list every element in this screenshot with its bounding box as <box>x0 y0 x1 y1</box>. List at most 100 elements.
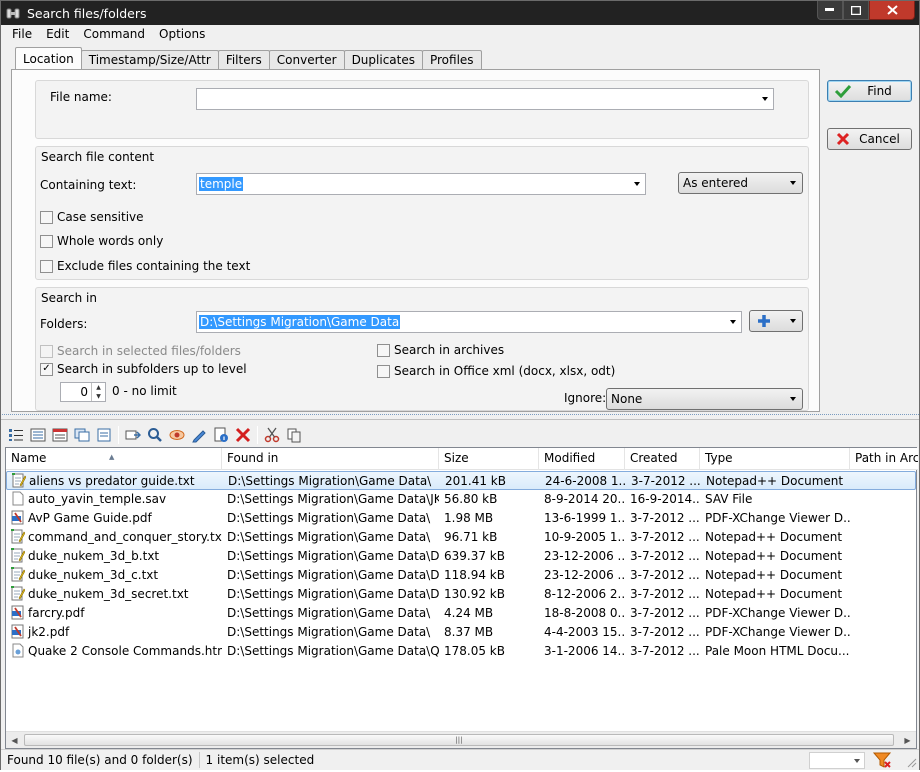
title-bar[interactable]: Search files/folders <box>1 1 919 25</box>
spin-down-icon[interactable]: ▼ <box>92 392 105 401</box>
list-view-icon[interactable] <box>5 425 27 445</box>
table-row[interactable]: duke_nukem_3d_secret.txt D:\Settings Migr… <box>6 585 916 604</box>
close-button[interactable] <box>869 1 915 20</box>
feed-panel-icon[interactable] <box>93 425 115 445</box>
checkbox-box[interactable] <box>377 364 390 378</box>
results-list[interactable]: Name ▲ Found in Size Modified Created Typ… <box>5 447 918 749</box>
file-name: duke_nukem_3d_b.txt <box>28 549 160 563</box>
edit-pencil-icon[interactable] <box>188 425 210 445</box>
whole-words-checkbox[interactable]: Whole words only <box>40 234 163 248</box>
ignore-select[interactable]: None <box>606 388 803 410</box>
checkbox-box[interactable] <box>40 259 53 273</box>
search-archives-checkbox[interactable]: Search in archives <box>377 343 504 357</box>
chevron-down-icon[interactable] <box>790 319 796 323</box>
maximize-button[interactable] <box>843 1 869 20</box>
column-path-in-archive[interactable]: Path in Archive <box>850 448 918 470</box>
cell-created: 3-7-2012 ... <box>630 568 700 582</box>
column-modified[interactable]: Modified <box>539 448 625 470</box>
cell-size: 201.41 kB <box>445 474 506 488</box>
menu-file[interactable]: File <box>3 27 37 45</box>
menu-command[interactable]: Command <box>74 27 150 45</box>
containing-text-value[interactable]: temple <box>199 177 244 191</box>
table-row[interactable]: aliens vs predator guide.txt D:\Settings … <box>6 471 916 490</box>
checkbox-checked-box[interactable]: ✓ <box>40 362 53 376</box>
tab-timestamp[interactable]: Timestamp/Size/Attr <box>80 50 219 69</box>
tab-duplicates[interactable]: Duplicates <box>343 50 423 69</box>
html-file-icon <box>11 643 25 658</box>
search-selected-checkbox[interactable]: Search in selected files/folders <box>40 344 241 358</box>
tab-location[interactable]: Location <box>15 47 82 69</box>
cell-modified: 23-12-2006 ... <box>544 568 625 582</box>
details-view-icon[interactable] <box>27 425 49 445</box>
status-filter-combo[interactable] <box>809 752 865 769</box>
chevron-down-icon[interactable] <box>854 759 860 763</box>
cell-found: D:\Settings Migration\Game Data\D... <box>227 587 439 601</box>
cut-scissors-icon[interactable] <box>261 425 283 445</box>
column-created[interactable]: Created <box>625 448 700 470</box>
minimize-button[interactable] <box>817 1 843 20</box>
find-button[interactable]: Find <box>827 80 912 102</box>
chevron-down-icon[interactable] <box>730 320 736 324</box>
status-found: Found 10 file(s) and 0 folder(s) <box>1 752 200 768</box>
subfolder-level-value[interactable]: 0 <box>61 383 91 401</box>
tab-filters[interactable]: Filters <box>217 50 270 69</box>
file-properties-icon[interactable] <box>210 425 232 445</box>
checkbox-box[interactable] <box>377 343 390 357</box>
copy-to-panel-icon[interactable] <box>71 425 93 445</box>
copy-icon[interactable] <box>283 425 305 445</box>
go-to-file-icon[interactable] <box>122 425 144 445</box>
cell-type: SAV File <box>705 492 753 506</box>
menu-edit[interactable]: Edit <box>37 27 74 45</box>
table-row[interactable]: command_and_conquer_story.txt D:\Settings… <box>6 528 916 547</box>
tab-profiles[interactable]: Profiles <box>421 50 482 69</box>
search-subfolders-checkbox[interactable]: ✓ Search in subfolders up to level <box>40 362 247 376</box>
cancel-label: Cancel <box>859 132 900 146</box>
case-sensitive-checkbox[interactable]: Case sensitive <box>40 210 144 224</box>
column-found-in[interactable]: Found in <box>222 448 439 470</box>
containing-text-label: Containing text: <box>40 178 137 192</box>
table-row[interactable]: AvP Game Guide.pdf D:\Settings Migration\… <box>6 509 916 528</box>
filter-funnel-icon[interactable] <box>872 752 892 772</box>
folders-combo[interactable]: D:\Settings Migration\Game Data <box>196 311 742 333</box>
column-name[interactable]: Name ▲ <box>6 448 222 470</box>
exclude-files-checkbox[interactable]: Exclude files containing the text <box>40 259 250 273</box>
scroll-left-icon[interactable]: ◀ <box>6 732 23 748</box>
column-size[interactable]: Size <box>439 448 539 470</box>
horizontal-scrollbar[interactable]: ◀ ||| ▶ <box>6 731 916 748</box>
delete-x-icon[interactable] <box>232 425 254 445</box>
scroll-right-icon[interactable]: ▶ <box>899 732 916 748</box>
report-icon[interactable] <box>49 425 71 445</box>
checkbox-box[interactable] <box>40 344 53 358</box>
table-row[interactable]: jk2.pdf D:\Settings Migration\Game Data\ 8… <box>6 623 916 642</box>
window-title: Search files/folders <box>27 5 147 21</box>
table-row[interactable]: duke_nukem_3d_c.txt D:\Settings Migration… <box>6 566 916 585</box>
search-office-checkbox[interactable]: Search in Office xml (docx, xlsx, odt) <box>377 364 615 378</box>
scrollbar-thumb[interactable]: ||| <box>24 734 894 746</box>
file-name-label: File name: <box>50 90 112 104</box>
checkbox-box[interactable] <box>40 234 53 248</box>
column-type[interactable]: Type <box>700 448 850 470</box>
folders-value[interactable]: D:\Settings Migration\Game Data <box>199 315 401 329</box>
file-name-combo[interactable] <box>196 88 774 110</box>
containing-text-combo[interactable]: temple <box>196 173 646 195</box>
checkbox-box[interactable] <box>40 210 53 224</box>
match-mode-select[interactable]: As entered <box>678 172 803 194</box>
table-row[interactable]: duke_nukem_3d_b.txt D:\Settings Migration… <box>6 547 916 566</box>
spin-up-icon[interactable]: ▲ <box>92 383 105 392</box>
table-row[interactable]: farcry.pdf D:\Settings Migration\Game Dat… <box>6 604 916 623</box>
blank-file-icon <box>11 491 25 506</box>
cancel-button[interactable]: Cancel <box>827 128 912 150</box>
chevron-down-icon[interactable] <box>762 97 768 101</box>
subfolder-level-stepper[interactable]: 0 ▲ ▼ <box>60 382 106 402</box>
panel-splitter[interactable] <box>1 412 919 420</box>
menu-options[interactable]: Options <box>150 27 210 45</box>
chevron-down-icon[interactable] <box>634 182 640 186</box>
search-icon[interactable] <box>144 425 166 445</box>
table-row[interactable]: auto_yavin_temple.sav D:\Settings Migrati… <box>6 490 916 509</box>
resize-grip-icon[interactable] <box>905 756 917 771</box>
cell-created: 3-7-2012 ... <box>630 530 700 544</box>
tab-converter[interactable]: Converter <box>268 50 345 69</box>
view-eye-icon[interactable] <box>166 425 188 445</box>
add-folder-button[interactable] <box>749 310 803 332</box>
table-row[interactable]: Quake 2 Console Commands.htm D:\Settings … <box>6 642 916 661</box>
